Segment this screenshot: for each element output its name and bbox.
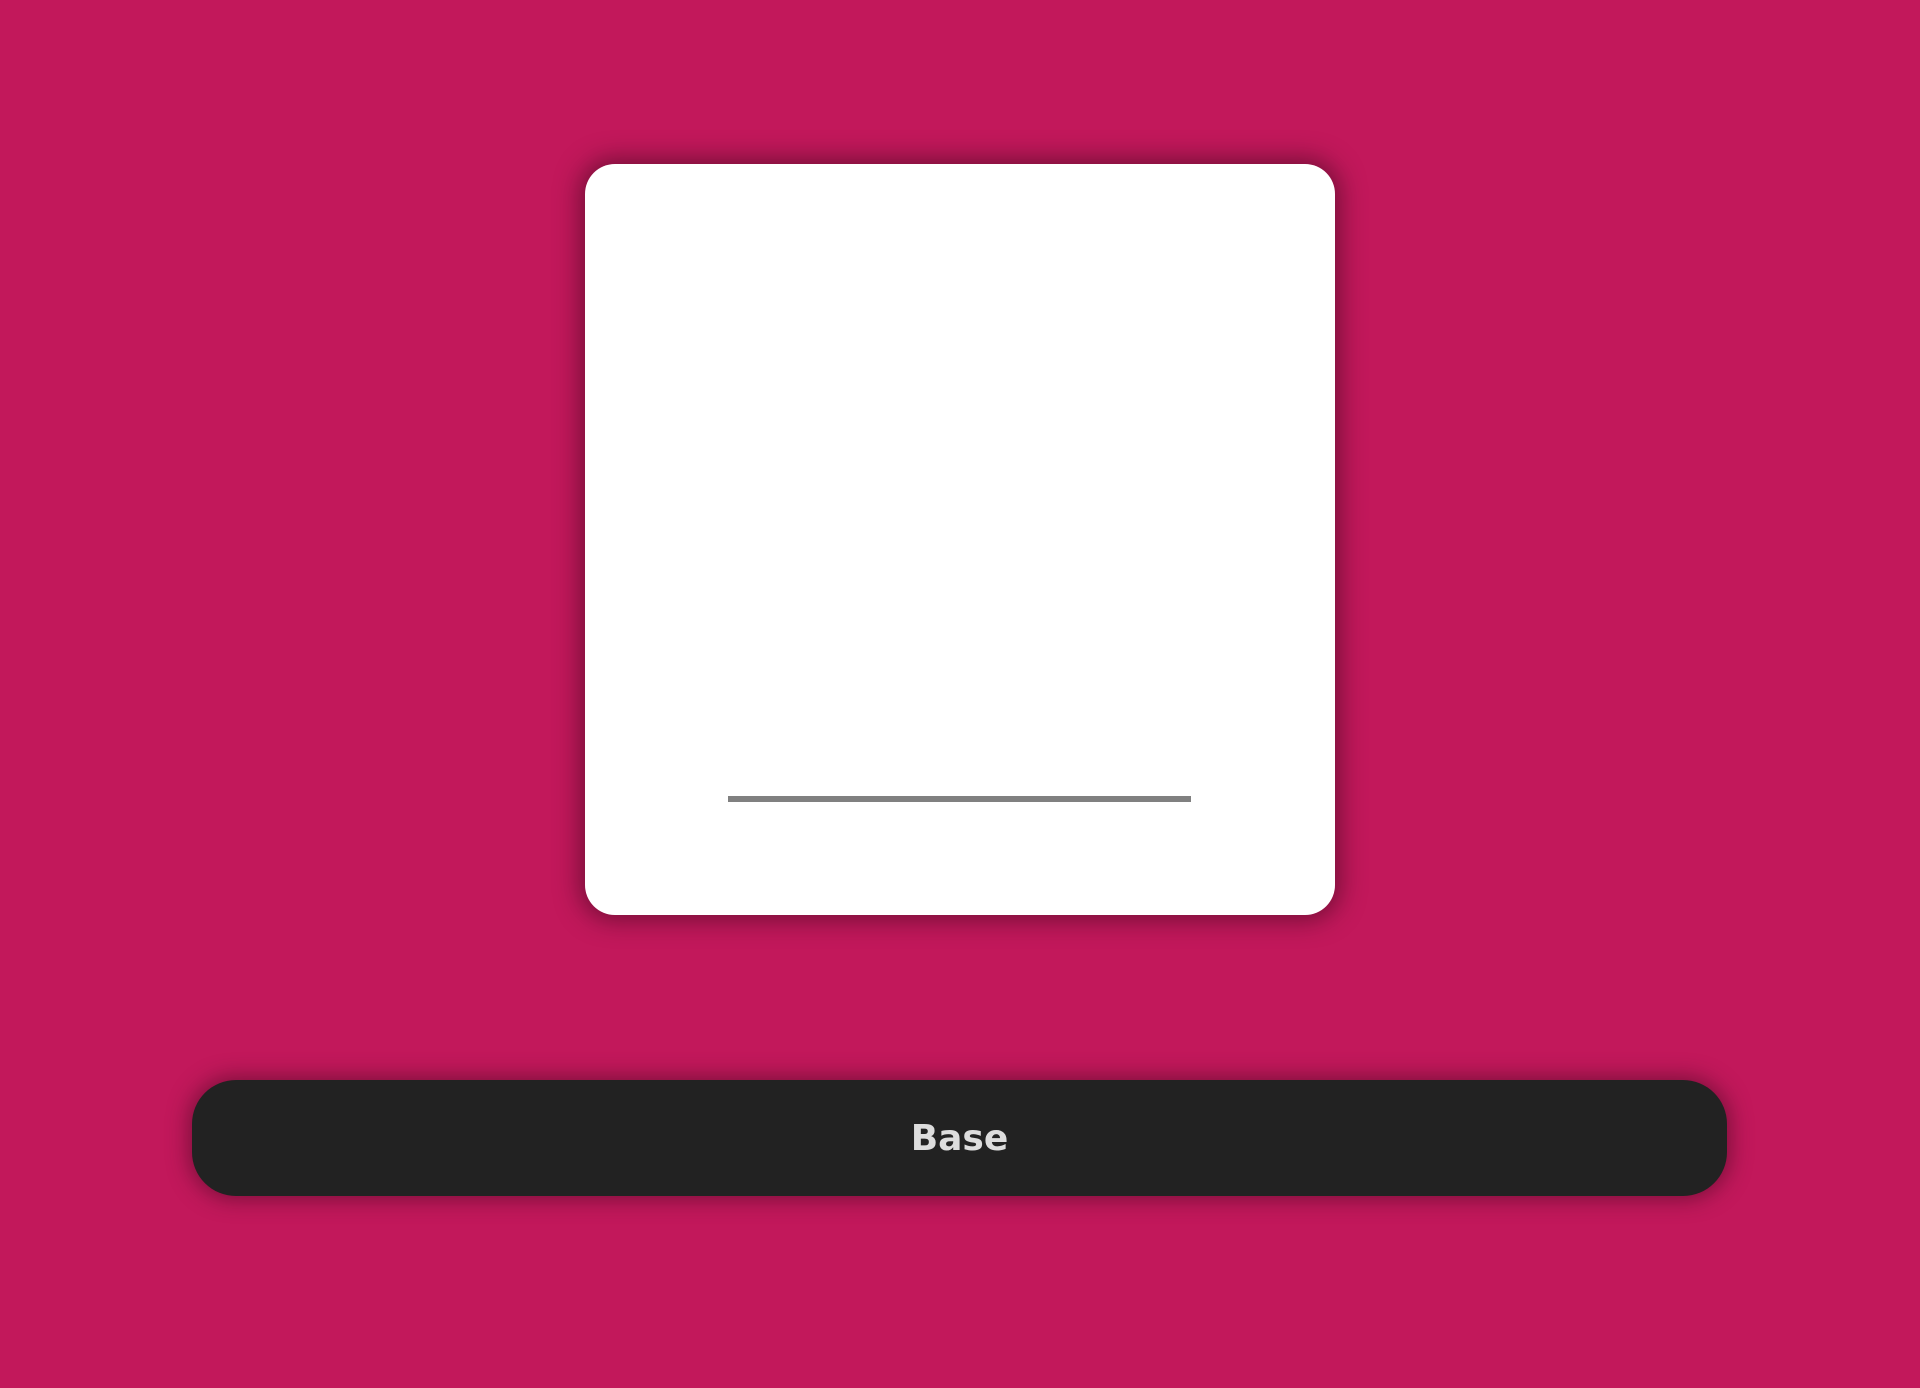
base-button[interactable]: Base [192, 1080, 1727, 1196]
text-input-underline[interactable] [728, 796, 1191, 802]
card-panel [585, 164, 1335, 915]
